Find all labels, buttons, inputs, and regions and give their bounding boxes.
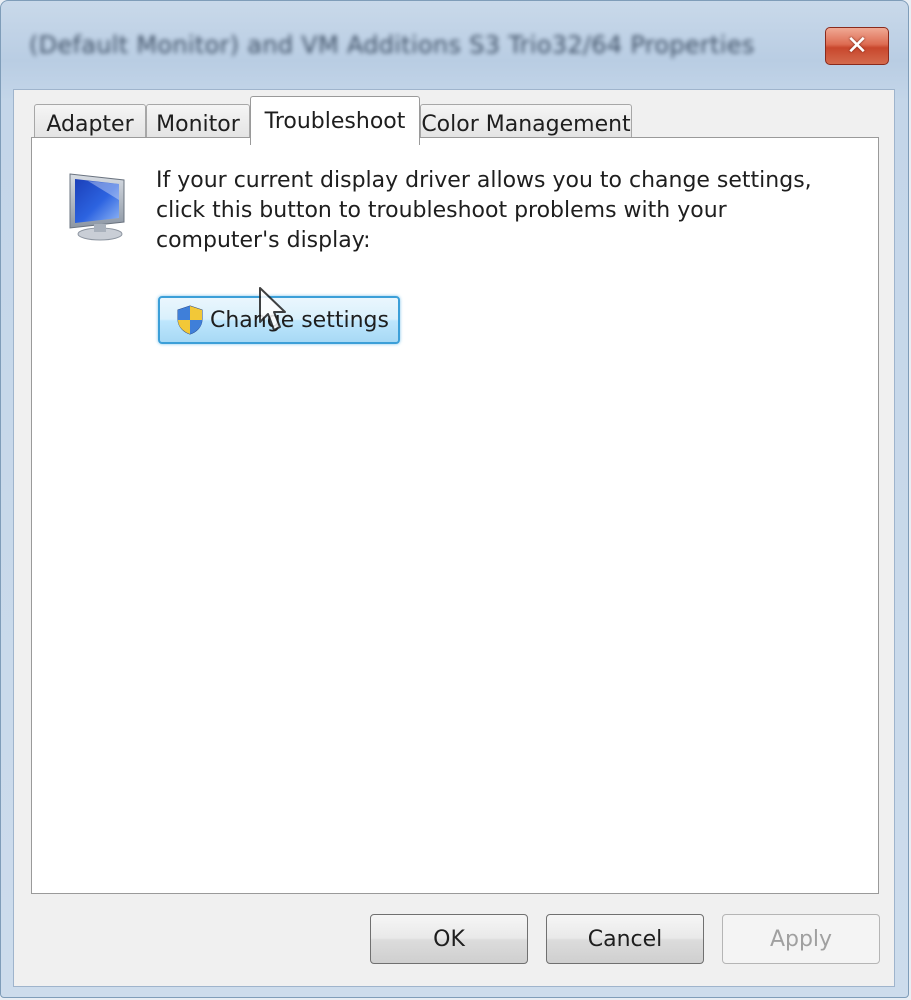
title-bar[interactable]: (Default Monitor) and VM Additions S3 Tr… [1, 1, 908, 89]
properties-dialog: (Default Monitor) and VM Additions S3 Tr… [0, 0, 909, 998]
change-settings-label: Change settings [210, 307, 389, 333]
uac-shield-icon [177, 305, 203, 335]
tab-troubleshoot-label: Troubleshoot [264, 108, 406, 134]
troubleshoot-description: If your current display driver allows yo… [156, 168, 812, 253]
troubleshoot-panel: If your current display driver allows yo… [31, 137, 879, 894]
tab-troubleshoot[interactable]: Troubleshoot [250, 96, 420, 145]
ok-label: OK [433, 926, 465, 952]
window-title: (Default Monitor) and VM Additions S3 Tr… [29, 31, 755, 59]
apply-button[interactable]: Apply [722, 914, 880, 964]
close-icon: ✕ [846, 31, 868, 61]
cancel-button[interactable]: Cancel [546, 914, 704, 964]
monitor-icon [69, 173, 125, 241]
close-button[interactable]: ✕ [825, 27, 889, 65]
cancel-label: Cancel [587, 926, 663, 952]
ok-button[interactable]: OK [370, 914, 528, 964]
tab-monitor-label: Monitor [156, 112, 240, 137]
apply-label: Apply [769, 926, 833, 952]
dialog-client-area: Adapter Monitor Troubleshoot Color Manag… [13, 89, 895, 987]
tab-adapter-label: Adapter [46, 112, 134, 137]
mouse-cursor-icon [259, 287, 286, 331]
tab-color-management-label: Color Management [421, 112, 631, 137]
